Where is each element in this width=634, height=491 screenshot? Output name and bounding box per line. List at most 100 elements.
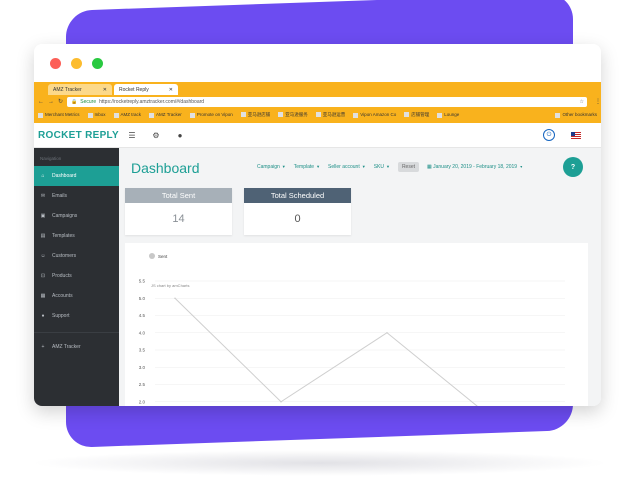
- forward-arrow-icon[interactable]: →: [48, 99, 54, 105]
- app-topbar: ROCKET REPLY ☰ ⚙ ● ⏻: [34, 123, 601, 148]
- stage: AMZ Tracker ✕ Rocket Reply ✕ ← → ↻ 🔒 Sec…: [0, 0, 634, 491]
- bookmark-icon: [38, 112, 43, 118]
- bookmark-item[interactable]: 亚马逊服务: [278, 112, 308, 118]
- bookmark-item[interactable]: Inbox: [87, 112, 106, 118]
- bookmark-item[interactable]: Vipon Amazon Co: [353, 112, 397, 118]
- nav-divider: [34, 332, 119, 333]
- sidebar-item-products[interactable]: ⊡ Products: [34, 266, 119, 286]
- reset-button[interactable]: Reset: [397, 162, 419, 172]
- data-point[interactable]: [280, 400, 282, 403]
- sidebar-item-label: Customers: [52, 253, 77, 259]
- folder-icon: [555, 112, 561, 118]
- secure-label: Secure: [80, 98, 97, 105]
- gear-icon[interactable]: ⚙: [144, 131, 168, 140]
- help-button[interactable]: ?: [563, 157, 583, 177]
- rocket-reply-app: ROCKET REPLY ☰ ⚙ ● ⏻ Navigation ⌂ Dashboa…: [34, 123, 601, 406]
- data-point[interactable]: [174, 297, 176, 300]
- sidebar-item-campaigns[interactable]: ▣ Campaigns: [34, 206, 119, 226]
- topbar-right: ⏻: [543, 129, 601, 141]
- back-arrow-icon[interactable]: ←: [38, 99, 44, 105]
- bookmark-item[interactable]: Merchant Metrics: [38, 112, 80, 118]
- template-filter[interactable]: Template ▼: [294, 164, 320, 170]
- bookmark-item[interactable]: AMZ Tracker: [149, 112, 182, 118]
- nav-list: ⌂ Dashboard ✉ Emails ▣ Campaigns ▤ Templates ☺ Cu…: [34, 166, 119, 326]
- bookmark-item[interactable]: AMZ track: [113, 112, 142, 118]
- bookmark-icon: [278, 112, 284, 118]
- bookmark-label: Promote on Vipon: [196, 112, 233, 118]
- close-tab-icon[interactable]: ✕: [169, 87, 173, 93]
- bookmark-item[interactable]: Promote on Vipon: [189, 112, 233, 118]
- y-tick-label: 2.0: [139, 399, 146, 404]
- address-bar[interactable]: 🔒 Secure https://rocketreply.amztracker.…: [67, 96, 587, 107]
- bookmark-icon: [87, 112, 93, 118]
- bookmark-item[interactable]: 亚马逊店铺: [240, 112, 271, 118]
- accounts-icon: ▦: [40, 293, 46, 299]
- sidebar-item-customers[interactable]: ☺ Customers: [34, 246, 119, 266]
- sidebar-item-label: Products: [52, 273, 72, 279]
- template-icon: ▤: [40, 233, 46, 239]
- tab-label: AMZ Tracker: [53, 86, 82, 93]
- date-range-picker[interactable]: ▦ January 20, 2019 - February 18, 2019 ▾: [427, 164, 522, 170]
- mac-title-bar: [34, 44, 601, 82]
- sidebar-item-accounts[interactable]: ▦ Accounts: [34, 286, 119, 306]
- star-icon[interactable]: ☆: [580, 99, 587, 105]
- browser-tab-rocket-reply[interactable]: Rocket Reply ✕: [114, 84, 178, 95]
- reload-icon[interactable]: ↻: [58, 98, 63, 105]
- maximize-window-button[interactable]: [92, 57, 103, 69]
- seller-account-filter-label: Seller account: [328, 164, 360, 170]
- total-scheduled-value: 0: [294, 213, 301, 225]
- total-scheduled-title: Total Scheduled: [244, 188, 351, 203]
- sidebar-item-support[interactable]: ● Support: [34, 306, 119, 326]
- close-window-button[interactable]: [50, 57, 61, 69]
- date-range-label: January 20, 2019 - February 18, 2019: [433, 164, 518, 170]
- bookmark-label: 亚马逊服务: [285, 112, 308, 117]
- caret-down-icon: ▼: [385, 164, 390, 169]
- bookmark-item[interactable]: 店铺管理: [404, 112, 429, 118]
- y-tick-label: 5.5: [139, 279, 146, 284]
- y-tick-label: 4.0: [139, 330, 146, 335]
- browser-tab-amz-tracker[interactable]: AMZ Tracker ✕: [48, 84, 112, 95]
- rocket-reply-logo[interactable]: ROCKET REPLY: [34, 130, 120, 141]
- mac-window: AMZ Tracker ✕ Rocket Reply ✕ ← → ↻ 🔒 Sec…: [34, 44, 601, 406]
- bookmark-item[interactable]: Lounge: [437, 112, 460, 118]
- bookmark-item[interactable]: 亚马逊运营: [315, 112, 345, 118]
- bookmark-icon: [240, 112, 246, 118]
- minimize-window-button[interactable]: [71, 57, 82, 69]
- cart-icon: ⊡: [40, 273, 46, 279]
- y-tick-label: 2.5: [139, 382, 146, 387]
- bookmark-label: Vipon Amazon Co: [360, 112, 397, 118]
- nav-header: Navigation: [40, 156, 62, 161]
- sidebar-item-label: Dashboard: [52, 173, 77, 179]
- bookmark-icon: [404, 112, 410, 118]
- power-icon[interactable]: ⏻: [543, 129, 555, 141]
- seller-account-filter[interactable]: Seller account ▼: [328, 164, 366, 170]
- sidebar-item-emails[interactable]: ✉ Emails: [34, 186, 119, 206]
- hamburger-icon[interactable]: ☰: [120, 131, 144, 140]
- bookmark-icon: [437, 112, 443, 118]
- campaign-icon: ▣: [40, 213, 46, 219]
- series-line-sent: [174, 297, 478, 406]
- close-tab-icon[interactable]: ✕: [103, 87, 107, 93]
- bookmark-label: AMZ track: [120, 112, 142, 118]
- sidebar-item-templates[interactable]: ▤ Templates: [34, 226, 119, 246]
- bookmark-label: 亚马逊店铺: [247, 112, 271, 117]
- sidebar-item-dashboard[interactable]: ⌂ Dashboard: [34, 166, 119, 186]
- sidebar-item-label: Campaigns: [52, 213, 78, 219]
- palette-icon[interactable]: ●: [168, 131, 192, 140]
- sidebar-item-label: Templates: [52, 233, 75, 239]
- floor-shadow: [30, 450, 610, 476]
- sku-filter[interactable]: SKU ▼: [374, 164, 390, 170]
- campaign-filter[interactable]: Campaign ▼: [257, 164, 286, 170]
- other-bookmarks[interactable]: Other bookmarks: [555, 112, 601, 118]
- sidebar-item-amz-tracker[interactable]: + AMZ Tracker: [34, 337, 119, 357]
- y-tick-label: 3.5: [139, 348, 146, 353]
- filter-bar: Campaign ▼ Template ▼ Seller account ▼ SKU ▼…: [257, 162, 522, 172]
- caret-down-icon: ▼: [281, 164, 286, 169]
- email-icon: ✉: [40, 193, 46, 199]
- menu-dots-icon[interactable]: ⋮: [595, 98, 601, 105]
- bookmark-label: Lounge: [444, 112, 460, 118]
- data-point[interactable]: [386, 331, 388, 334]
- us-flag-icon[interactable]: [571, 131, 581, 139]
- total-sent-card: Total Sent 14: [125, 188, 232, 235]
- browser-tab-strip: AMZ Tracker ✕ Rocket Reply ✕: [34, 82, 601, 95]
